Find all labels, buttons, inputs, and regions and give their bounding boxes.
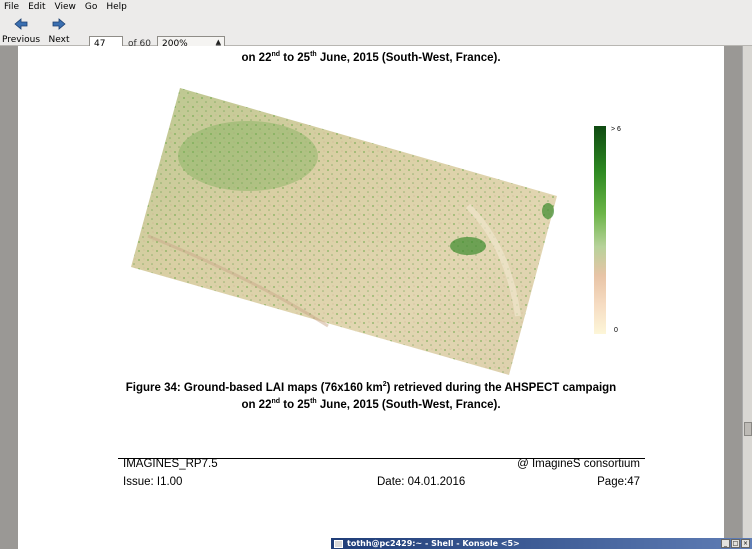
terminal-icon [334, 539, 343, 548]
konsole-window-titlebar[interactable]: tothh@pc2429:~ - Shell - Konsole <5> _ □… [331, 538, 752, 549]
footer-issue: Issue: I1.00 [123, 476, 183, 488]
footer-doc-id: IMAGINES_RP7.5 [123, 458, 218, 470]
figure-caption: Figure 34: Ground-based LAI maps (76x160… [125, 381, 617, 394]
vertical-scrollbar[interactable] [742, 46, 752, 549]
arrow-left-icon [14, 18, 28, 30]
previous-button[interactable]: Previous [1, 18, 41, 45]
next-label: Next [48, 35, 70, 45]
pdf-page: on 22nd to 25th June, 2015 (South-West, … [18, 46, 724, 549]
menu-edit[interactable]: Edit [28, 2, 45, 12]
footer-page: Page:47 [597, 476, 640, 488]
menu-file[interactable]: File [4, 2, 19, 12]
figure-caption-line2: on 22nd to 25th June, 2015 (South-West, … [241, 398, 501, 411]
arrow-right-icon [52, 18, 66, 30]
window-controls: _ □ × [720, 539, 750, 548]
menu-bar: File Edit View Go Help [0, 0, 752, 14]
menu-go[interactable]: Go [85, 2, 97, 12]
lai-map-image [131, 88, 557, 375]
menu-help[interactable]: Help [106, 2, 127, 12]
color-legend-bar [594, 126, 606, 334]
previous-label: Previous [1, 35, 41, 45]
next-button[interactable]: Next [48, 18, 70, 45]
document-viewport[interactable]: on 22nd to 25th June, 2015 (South-West, … [0, 46, 742, 549]
top-caption: on 22nd to 25th June, 2015 (South-West, … [241, 51, 501, 64]
minimize-button[interactable]: _ [721, 539, 730, 548]
close-button[interactable]: × [741, 539, 750, 548]
footer-date: Date: 04.01.2016 [377, 476, 466, 488]
maximize-button[interactable]: □ [731, 539, 740, 548]
legend-min-label: 0 [614, 327, 618, 334]
legend-max-label: > 6 [611, 126, 621, 133]
menu-view[interactable]: View [55, 2, 76, 12]
toolbar: Previous Next 47 of 60 200% ▲▼ [0, 14, 752, 53]
window-title: tothh@pc2429:~ - Shell - Konsole <5> [347, 539, 520, 548]
footer-consortium: @ ImagineS consortium [517, 458, 640, 470]
scrollbar-thumb[interactable] [744, 422, 752, 436]
